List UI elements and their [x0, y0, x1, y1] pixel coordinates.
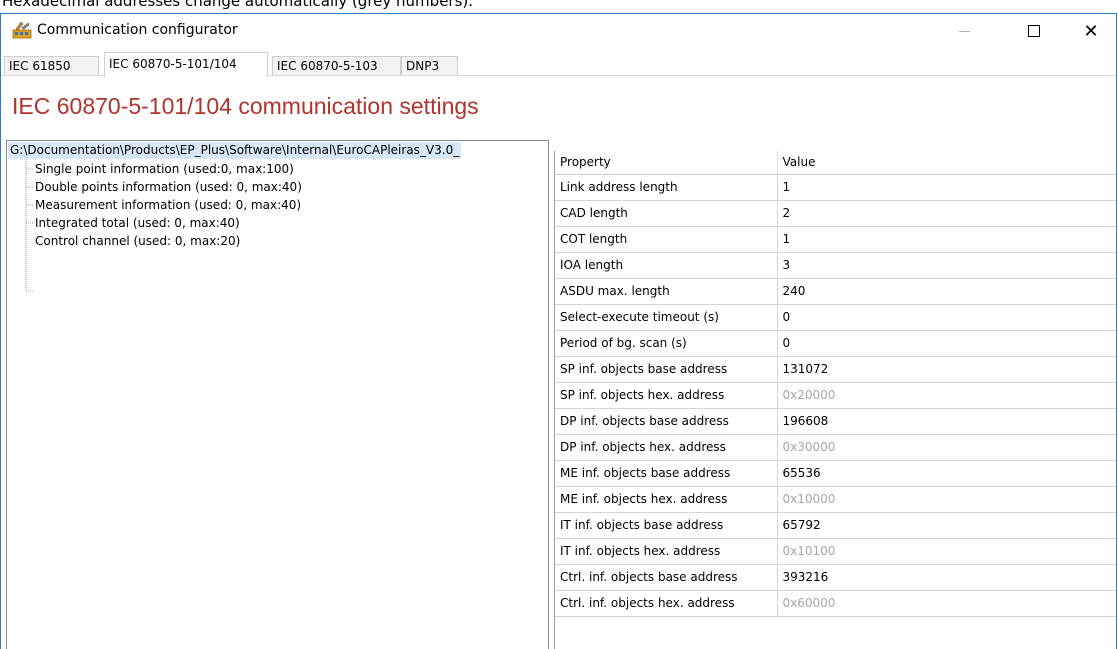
protocol-tabs: IEC 61850 IEC 60870-5-101/104 IEC 60870-…: [1, 52, 1116, 77]
table-row[interactable]: Select-execute timeout (s) 0: [555, 304, 1116, 331]
value-cell[interactable]: 0x20000: [777, 382, 1116, 409]
tab-iec-60870-5-101-104[interactable]: IEC 60870-5-101/104: [104, 52, 268, 77]
maximize-button[interactable]: [1011, 14, 1057, 48]
property-cell: Link address length: [555, 174, 778, 201]
property-cell: DP inf. objects base address: [555, 408, 778, 435]
column-header-value[interactable]: Value: [777, 151, 1116, 175]
page-title: IEC 60870-5-101/104 communication settin…: [12, 93, 479, 119]
table-row[interactable]: ME inf. objects base address 65536: [555, 460, 1116, 487]
value-cell[interactable]: 196608: [777, 408, 1116, 435]
table-row[interactable]: SP inf. objects hex. address 0x20000: [555, 382, 1116, 409]
table-row[interactable]: Period of bg. scan (s) 0: [555, 330, 1116, 357]
property-cell: CAD length: [555, 200, 778, 227]
minimize-button[interactable]: [941, 14, 987, 48]
property-cell: IT inf. objects base address: [555, 512, 778, 539]
property-cell: Select-execute timeout (s): [555, 304, 778, 331]
property-table: Property Value Link address length 1 CAD l…: [555, 151, 1116, 617]
tree-root-path[interactable]: G:\Documentation\Products\EP_Plus\Softwa…: [8, 142, 462, 159]
table-row[interactable]: Ctrl. inf. objects hex. address 0x60000: [555, 590, 1116, 617]
value-cell[interactable]: 393216: [777, 564, 1116, 591]
value-cell[interactable]: 3: [777, 252, 1116, 279]
property-cell: DP inf. objects hex. address: [555, 434, 778, 461]
value-cell[interactable]: 0x30000: [777, 434, 1116, 461]
caption-text: Hexadecimal addresses change automatical…: [2, 0, 474, 10]
communication-configurator-window: Communication configurator ✕ IEC 61850 I…: [0, 13, 1117, 649]
property-cell: COT length: [555, 226, 778, 253]
configurator-app-icon: [12, 21, 32, 39]
minimize-icon: [958, 30, 970, 32]
value-cell[interactable]: 1: [777, 226, 1116, 253]
tab-iec-60870-5-103[interactable]: IEC 60870-5-103: [272, 56, 401, 76]
value-cell[interactable]: 0: [777, 304, 1116, 331]
object-tree[interactable]: G:\Documentation\Products\EP_Plus\Softwa…: [6, 140, 549, 649]
table-header-row: Property Value: [555, 151, 1116, 175]
table-row[interactable]: IOA length 3: [555, 252, 1116, 279]
value-cell[interactable]: 1: [777, 174, 1116, 201]
property-cell: SP inf. objects base address: [555, 356, 778, 383]
title-bar[interactable]: Communication configurator ✕: [1, 14, 1116, 48]
table-row[interactable]: COT length 1: [555, 226, 1116, 253]
property-cell: IT inf. objects hex. address: [555, 538, 778, 565]
table-row[interactable]: IT inf. objects base address 65792: [555, 512, 1116, 539]
table-row[interactable]: SP inf. objects base address 131072: [555, 356, 1116, 383]
value-cell[interactable]: 0x10000: [777, 486, 1116, 513]
value-cell[interactable]: 65792: [777, 512, 1116, 539]
value-cell[interactable]: 0x60000: [777, 590, 1116, 617]
table-row[interactable]: CAD length 2: [555, 200, 1116, 227]
table-row[interactable]: IT inf. objects hex. address 0x10100: [555, 538, 1116, 565]
tab-iec-61850[interactable]: IEC 61850: [4, 56, 99, 76]
property-cell: Period of bg. scan (s): [555, 330, 778, 357]
tree-item-single-point[interactable]: Single point information (used:0, max:10…: [35, 160, 294, 178]
property-grid: Property Value Link address length 1 CAD l…: [554, 151, 1116, 649]
table-row[interactable]: ASDU max. length 240: [555, 278, 1116, 305]
tree-item-integrated-total[interactable]: Integrated total (used: 0, max:40): [35, 214, 240, 232]
property-cell: Ctrl. inf. objects base address: [555, 564, 778, 591]
property-cell: Ctrl. inf. objects hex. address: [555, 590, 778, 617]
property-cell: ME inf. objects base address: [555, 460, 778, 487]
value-cell[interactable]: 131072: [777, 356, 1116, 383]
value-cell[interactable]: 240: [777, 278, 1116, 305]
table-row[interactable]: Link address length 1: [555, 174, 1116, 201]
close-icon: ✕: [1083, 20, 1099, 42]
table-row[interactable]: Ctrl. inf. objects base address 393216: [555, 564, 1116, 591]
tab-dnp3[interactable]: DNP3: [401, 56, 458, 76]
value-cell[interactable]: 0: [777, 330, 1116, 357]
tree-item-double-points[interactable]: Double points information (used: 0, max:…: [35, 178, 302, 196]
property-cell: ASDU max. length: [555, 278, 778, 305]
value-cell[interactable]: 65536: [777, 460, 1116, 487]
close-button[interactable]: ✕: [1068, 14, 1114, 48]
value-cell[interactable]: 0x10100: [777, 538, 1116, 565]
table-row[interactable]: DP inf. objects base address 196608: [555, 408, 1116, 435]
tree-item-measurement[interactable]: Measurement information (used: 0, max:40…: [35, 196, 301, 214]
window-title: Communication configurator: [37, 22, 238, 38]
tree-item-control-channel[interactable]: Control channel (used: 0, max:20): [35, 232, 240, 250]
value-cell[interactable]: 2: [777, 200, 1116, 227]
table-row[interactable]: DP inf. objects hex. address 0x30000: [555, 434, 1116, 461]
property-cell: IOA length: [555, 252, 778, 279]
property-cell: SP inf. objects hex. address: [555, 382, 778, 409]
column-header-property[interactable]: Property: [555, 151, 778, 175]
property-cell: ME inf. objects hex. address: [555, 486, 778, 513]
table-row[interactable]: ME inf. objects hex. address 0x10000: [555, 486, 1116, 513]
maximize-icon: [1028, 25, 1040, 37]
